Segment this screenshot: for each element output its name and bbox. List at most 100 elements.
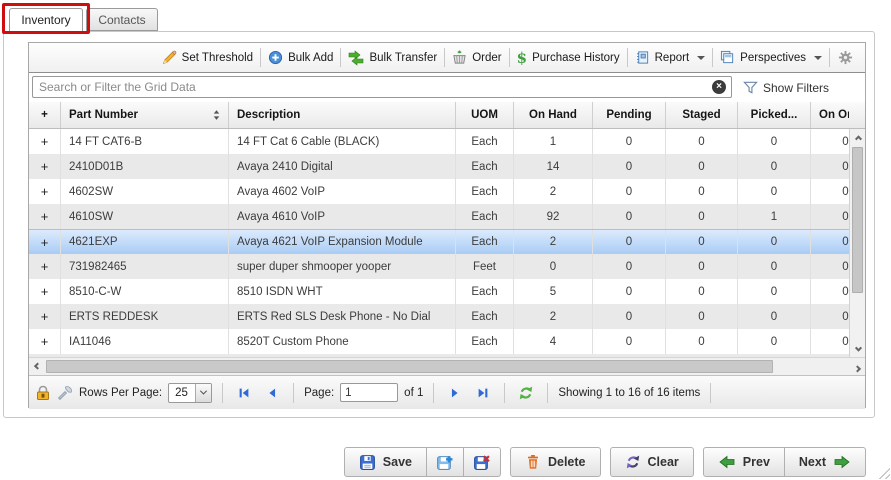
report-label: Report (655, 52, 690, 64)
column-header-part-number[interactable]: Part Number (61, 102, 229, 128)
pagination-bar: Rows Per Page: 25 Page: of 1 Showing 1 t… (29, 375, 865, 409)
clear-button[interactable]: Clear (610, 447, 694, 477)
delete-label: Delete (548, 455, 586, 469)
cell-staged: 0 (666, 279, 738, 304)
report-icon (635, 50, 650, 65)
cell-on-hand: 1 (514, 129, 593, 154)
order-button[interactable]: Order (445, 46, 508, 70)
purchase-history-button[interactable]: $ Purchase History (510, 46, 627, 70)
cell-picked: 0 (738, 254, 811, 279)
save-and-add-button[interactable] (427, 447, 464, 477)
cell-pending: 0 (593, 279, 666, 304)
next-page-button[interactable] (444, 382, 466, 404)
search-input[interactable] (32, 76, 732, 98)
clear-search-icon[interactable]: × (712, 80, 726, 94)
save-button[interactable]: Save (344, 447, 427, 477)
bulk-transfer-button[interactable]: Bulk Transfer (341, 46, 444, 70)
footer-action-bar: Save Delete Clear Prev Next (0, 447, 866, 477)
vertical-scroll-thumb[interactable] (852, 147, 863, 293)
row-expand-toggle[interactable]: + (29, 129, 61, 154)
column-header-on-order[interactable]: On Order (811, 102, 849, 128)
row-expand-toggle[interactable]: + (29, 204, 61, 229)
table-row[interactable]: +4610SWAvaya 4610 VoIPEach920010 (29, 204, 849, 229)
cell-uom: Each (456, 329, 514, 354)
vertical-scrollbar[interactable] (849, 129, 865, 357)
cell-uom: Each (456, 204, 514, 229)
column-header-on-hand[interactable]: On Hand (514, 102, 593, 128)
column-header-staged[interactable]: Staged (666, 102, 738, 128)
column-header-pending[interactable]: Pending (593, 102, 666, 128)
cell-uom: Feet (456, 254, 514, 279)
cell-description: Avaya 4610 VoIP (229, 204, 456, 229)
column-header-description[interactable]: Description (229, 102, 456, 128)
horizontal-scroll-thumb[interactable] (46, 360, 773, 373)
cell-uom: Each (456, 179, 514, 204)
bulk-add-button[interactable]: Bulk Add (261, 46, 340, 70)
cell-part-number: IA11046 (61, 329, 229, 354)
row-expand-toggle[interactable]: + (29, 254, 61, 279)
transfer-arrows-icon (348, 50, 364, 66)
tab-inventory[interactable]: Inventory (9, 8, 83, 32)
report-dropdown-button[interactable]: Report (628, 46, 713, 70)
scroll-left-icon[interactable] (29, 359, 45, 375)
cell-pending: 0 (593, 204, 666, 229)
cell-description: Avaya 2410 Digital (229, 154, 456, 179)
cell-on-order: 0 (811, 279, 849, 304)
cell-uom: Each (456, 279, 514, 304)
table-row[interactable]: +ERTS REDDESKERTS Red SLS Desk Phone - N… (29, 304, 849, 329)
perspectives-label: Perspectives (740, 52, 806, 64)
cell-staged: 0 (666, 204, 738, 229)
table-row[interactable]: +731982465super duper shmooper yooperFee… (29, 254, 849, 279)
previous-page-button[interactable] (261, 382, 283, 404)
inventory-grid-panel: Set Threshold Bulk Add Bulk Transfer Ord… (28, 42, 866, 408)
tab-contacts[interactable]: Contacts (86, 8, 158, 31)
table-row[interactable]: +IA110468520T Custom PhoneEach40000 (29, 329, 849, 354)
cell-on-order: 0 (811, 304, 849, 329)
table-row[interactable]: +4602SWAvaya 4602 VoIPEach20000 (29, 179, 849, 204)
clear-arrows-icon (625, 454, 641, 470)
table-row[interactable]: +14 FT CAT6-B14 FT Cat 6 Cable (BLACK)Ea… (29, 129, 849, 154)
row-expand-toggle[interactable]: + (29, 329, 61, 354)
delete-button[interactable]: Delete (510, 447, 601, 477)
next-button[interactable]: Next (785, 447, 866, 477)
first-page-button[interactable] (233, 382, 255, 404)
pagination-separator (222, 383, 223, 403)
show-filters-button[interactable]: Show Filters (743, 73, 829, 102)
cell-staged: 0 (666, 329, 738, 354)
row-expand-toggle[interactable]: + (29, 154, 61, 179)
prev-button[interactable]: Prev (703, 447, 785, 477)
set-threshold-button[interactable]: Set Threshold (155, 46, 260, 70)
column-header-uom[interactable]: UOM (456, 102, 514, 128)
cell-picked: 0 (738, 279, 811, 304)
page-total-label: of 1 (404, 387, 423, 399)
grid-settings-button[interactable] (838, 50, 853, 65)
cell-on-order: 0 (811, 230, 849, 254)
table-row[interactable]: +2410D01BAvaya 2410 DigitalEach140000 (29, 154, 849, 179)
window-resize-handle[interactable] (876, 465, 890, 479)
scroll-up-icon[interactable] (850, 129, 866, 145)
row-expand-toggle[interactable]: + (29, 230, 61, 254)
row-expand-toggle[interactable]: + (29, 304, 61, 329)
rows-per-page-select[interactable]: 25 (168, 383, 212, 403)
save-and-close-button[interactable] (464, 447, 501, 477)
page-number-input[interactable] (340, 383, 398, 402)
scroll-down-icon[interactable] (850, 341, 866, 357)
cell-on-order: 0 (811, 154, 849, 179)
table-row[interactable]: +4621EXPAvaya 4621 VoIP Expansion Module… (29, 229, 849, 254)
cell-description: super duper shmooper yooper (229, 254, 456, 279)
table-row[interactable]: +8510-C-W8510 ISDN WHTEach50000 (29, 279, 849, 304)
last-page-button[interactable] (472, 382, 494, 404)
scroll-right-icon[interactable] (849, 359, 865, 375)
lock-icon[interactable] (35, 385, 51, 401)
wrench-icon[interactable] (57, 385, 73, 401)
row-expand-toggle[interactable]: + (29, 279, 61, 304)
refresh-button[interactable] (515, 382, 537, 404)
perspectives-dropdown-button[interactable]: Perspectives (713, 46, 829, 70)
column-header-picked[interactable]: Picked... (738, 102, 811, 128)
row-expand-toggle[interactable]: + (29, 179, 61, 204)
cell-part-number: 4621EXP (61, 230, 229, 254)
horizontal-scrollbar[interactable] (29, 357, 865, 375)
pagination-separator (433, 383, 434, 403)
sort-icon[interactable] (211, 109, 222, 121)
bulk-add-label: Bulk Add (288, 52, 333, 64)
